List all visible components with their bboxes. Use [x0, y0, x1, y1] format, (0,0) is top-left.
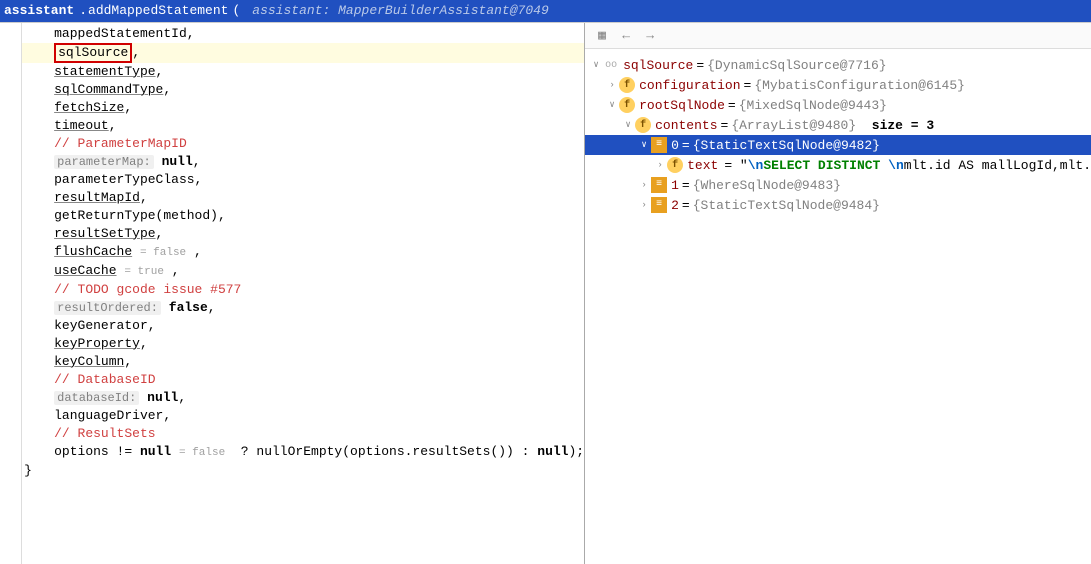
code-line[interactable]: parameterMap: null,	[22, 153, 584, 171]
frame-method: addMappedStatement	[88, 3, 228, 18]
code-line[interactable]: statementType,	[22, 63, 584, 81]
inlay-hint: assistant: MapperBuilderAssistant@7049	[252, 3, 548, 18]
code-line[interactable]: useCache = true ,	[22, 262, 584, 281]
tree-row-root[interactable]: ∨ oo sqlSource = {DynamicSqlSource@7716}	[585, 55, 1091, 75]
chevron-right-icon[interactable]: ›	[605, 80, 619, 90]
tree-row[interactable]: ∨ f rootSqlNode = {MixedSqlNode@9443}	[585, 95, 1091, 115]
tree-row-selected[interactable]: ∨ ≡ 0 = {StaticTextSqlNode@9482}	[585, 135, 1091, 155]
code-line[interactable]: keyColumn,	[22, 353, 584, 371]
field-icon: f	[619, 77, 635, 93]
code-line[interactable]: mappedStatementId,	[22, 25, 584, 43]
code-line[interactable]: fetchSize,	[22, 99, 584, 117]
field-icon: f	[635, 117, 651, 133]
code-pane[interactable]: mappedStatementId, sqlSource, statementT…	[0, 23, 585, 564]
gutter[interactable]	[0, 23, 22, 564]
nav-forward-icon[interactable]: →	[641, 27, 659, 45]
variable-tree[interactable]: ∨ oo sqlSource = {DynamicSqlSource@7716}…	[585, 49, 1091, 564]
chevron-down-icon[interactable]: ∨	[621, 120, 635, 130]
debug-frame-bar: assistant.addMappedStatement( assistant:…	[0, 0, 1091, 22]
chevron-down-icon[interactable]: ∨	[637, 140, 651, 150]
code-line[interactable]: keyGenerator,	[22, 317, 584, 335]
glasses-icon: oo	[603, 57, 619, 73]
tree-row[interactable]: › ≡ 1 = {WhereSqlNode@9483}	[585, 175, 1091, 195]
code-line[interactable]: timeout,	[22, 117, 584, 135]
code-comment: // DatabaseID	[22, 371, 584, 389]
chevron-down-icon[interactable]: ∨	[605, 100, 619, 110]
chevron-right-icon[interactable]: ›	[637, 180, 651, 190]
code-line[interactable]: sqlCommandType,	[22, 81, 584, 99]
index-icon: ≡	[651, 177, 667, 193]
debug-toolbar: ▦ ← →	[585, 23, 1091, 49]
code-line[interactable]: resultOrdered: false,	[22, 299, 584, 317]
tree-row[interactable]: › f configuration = {MybatisConfiguratio…	[585, 75, 1091, 95]
field-icon: f	[667, 157, 683, 173]
tree-row[interactable]: › f text = "\nSELECT DISTINCT \nmlt.id A…	[585, 155, 1091, 175]
tree-row[interactable]: ∨ f contents = {ArrayList@9480} size = 3	[585, 115, 1091, 135]
code-line[interactable]: keyProperty,	[22, 335, 584, 353]
nav-back-icon[interactable]: ←	[617, 27, 635, 45]
index-icon: ≡	[651, 137, 667, 153]
code-line[interactable]: resultSetType,	[22, 225, 584, 243]
code-line[interactable]: parameterTypeClass,	[22, 171, 584, 189]
chevron-right-icon[interactable]: ›	[653, 160, 667, 170]
code-comment: // ResultSets	[22, 425, 584, 443]
index-icon: ≡	[651, 197, 667, 213]
code-line[interactable]: flushCache = false ,	[22, 243, 584, 262]
field-icon: f	[619, 97, 635, 113]
code-line[interactable]: databaseId: null,	[22, 389, 584, 407]
highlighted-token[interactable]: sqlSource	[54, 43, 132, 63]
code-comment: // ParameterMapID	[22, 135, 584, 153]
code-line[interactable]: }	[22, 462, 584, 480]
chevron-down-icon[interactable]: ∨	[589, 60, 603, 70]
code-line[interactable]: resultMapId,	[22, 189, 584, 207]
code-line[interactable]: options != null = false ? nullOrEmpty(op…	[22, 443, 584, 462]
debug-variables-pane[interactable]: ▦ ← → ∨ oo sqlSource = {DynamicSqlSource…	[585, 23, 1091, 564]
layout-icon[interactable]: ▦	[593, 27, 611, 45]
chevron-right-icon[interactable]: ›	[637, 200, 651, 210]
code-line-current[interactable]: sqlSource,	[22, 43, 584, 63]
frame-object: assistant	[4, 3, 74, 18]
code-line[interactable]: languageDriver,	[22, 407, 584, 425]
code-comment: // TODO gcode issue #577	[22, 281, 584, 299]
code-line[interactable]: getReturnType(method),	[22, 207, 584, 225]
tree-row[interactable]: › ≡ 2 = {StaticTextSqlNode@9484}	[585, 195, 1091, 215]
